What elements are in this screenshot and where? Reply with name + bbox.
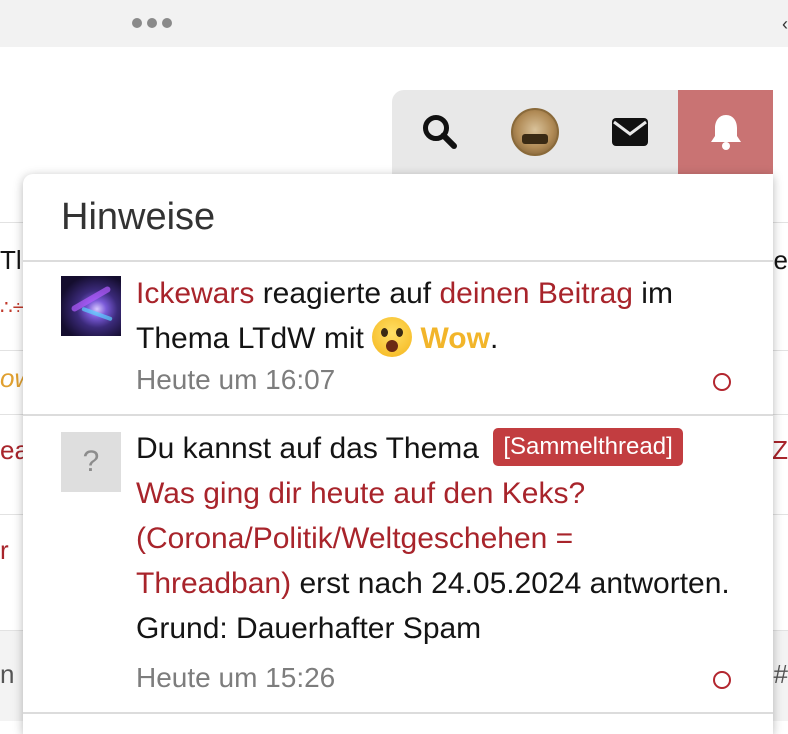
- avatar-placeholder: ?: [61, 432, 121, 492]
- alert-content-link[interactable]: deinen Beitrag: [439, 277, 632, 310]
- popup-title: Hinweise: [61, 196, 216, 238]
- alert-time: Heute um 16:07: [136, 364, 336, 395]
- bell-icon: [710, 115, 741, 150]
- background-fragment-left: ∴÷: [0, 297, 24, 319]
- alert-text-part: .: [489, 322, 499, 355]
- browser-toolbar: ‹: [0, 0, 788, 47]
- astonished-emoji-icon: [372, 317, 413, 358]
- background-fragment-right: Z: [772, 435, 788, 465]
- conversations-button[interactable]: [582, 90, 677, 174]
- search-icon: [422, 115, 457, 149]
- mark-read-toggle[interactable]: [713, 671, 731, 689]
- background-fragment-left: Tl: [0, 245, 22, 275]
- background-fragment-right: #: [773, 659, 788, 689]
- alert-text: Ickewars reagierte auf deinen Beitrag im…: [136, 271, 736, 361]
- ellipsis-icon[interactable]: [132, 18, 172, 28]
- toolbar-edge-glyph: ‹: [782, 14, 788, 34]
- alert-time: Heute um 15:26: [136, 662, 336, 693]
- alerts-popup: Hinweise Ickewars reagierte auf deinen B…: [23, 174, 773, 734]
- reaction-label: Wow: [420, 322, 490, 355]
- alert-text-part: reagierte auf: [254, 277, 440, 310]
- mark-read-toggle[interactable]: [713, 373, 731, 391]
- alert-text: Du kannst auf das Thema [Sammelthread] Wa…: [136, 426, 736, 651]
- alert-item[interactable]: Ickewars reagierte auf deinen Beitrag im…: [23, 262, 773, 414]
- alert-text-part: Du kannst auf das Thema: [136, 432, 488, 465]
- user-avatar: [510, 108, 559, 156]
- alert-user-link[interactable]: Ickewars: [136, 277, 254, 310]
- alert-item[interactable]: ? Du kannst auf das Thema [Sammelthread]…: [23, 416, 773, 716]
- background-fragment-left: n: [0, 659, 15, 689]
- divider: [23, 712, 773, 714]
- envelope-icon: [611, 118, 648, 146]
- account-button[interactable]: [487, 90, 582, 174]
- user-navbar: [392, 90, 773, 174]
- background-fragment-left: r: [0, 535, 9, 565]
- alerts-button[interactable]: [678, 90, 773, 174]
- background-fragment-right: e: [773, 245, 788, 275]
- search-button[interactable]: [392, 90, 487, 174]
- thread-prefix-badge: [Sammelthread]: [493, 428, 683, 467]
- avatar[interactable]: [61, 276, 121, 336]
